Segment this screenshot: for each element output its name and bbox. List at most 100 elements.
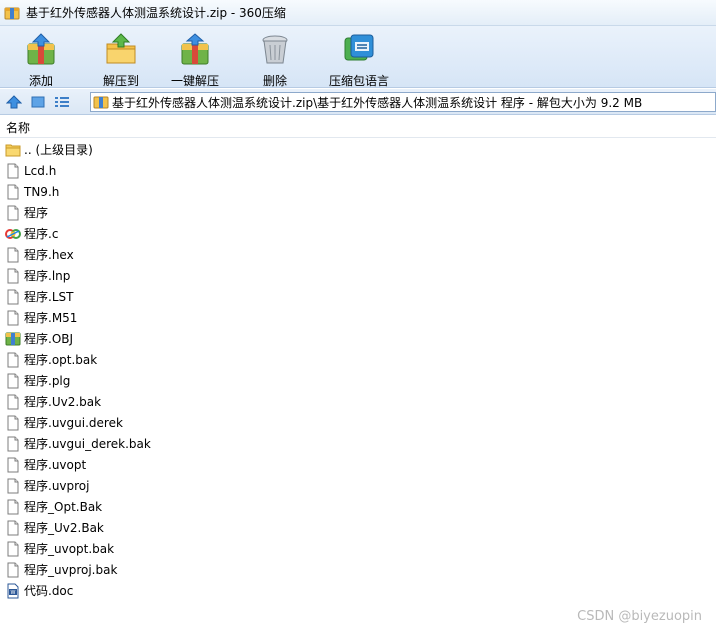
large-icon-view-button[interactable] xyxy=(28,92,48,112)
file-icon xyxy=(5,289,21,305)
file-name: 程序.uvproj xyxy=(24,479,90,493)
file-name: 程序_Uv2.Bak xyxy=(24,521,104,535)
file-name: 程序.opt.bak xyxy=(24,353,98,367)
add-archive-icon xyxy=(24,32,58,66)
c-source-icon xyxy=(5,226,21,242)
list-item[interactable]: 程序.uvgui.derek xyxy=(0,412,716,433)
file-icon xyxy=(5,205,21,221)
file-name: 程序 xyxy=(24,206,49,220)
list-item[interactable]: 程序.opt.bak xyxy=(0,349,716,370)
file-icon xyxy=(5,520,21,536)
file-icon xyxy=(5,373,21,389)
file-icon xyxy=(5,394,21,410)
list-item[interactable]: Lcd.h xyxy=(0,160,716,181)
file-name: 程序.LST xyxy=(24,290,74,304)
file-name: 程序.OBJ xyxy=(24,332,74,346)
file-name: 程序.M51 xyxy=(24,311,78,325)
file-icon xyxy=(5,184,21,200)
file-icon xyxy=(5,499,21,515)
file-name: 程序.uvgui.derek xyxy=(24,416,123,430)
archive-icon xyxy=(5,331,21,347)
list-view-button[interactable] xyxy=(52,92,72,112)
file-name: 程序.lnp xyxy=(24,269,71,283)
file-name: 程序.Uv2.bak xyxy=(24,395,102,409)
file-name: TN9.h xyxy=(24,184,60,199)
app-logo-icon xyxy=(4,5,20,21)
toolbar: 添加 解压到 一键解压 删除 压缩包语言 xyxy=(0,26,716,88)
file-icon xyxy=(5,457,21,473)
address-bar: 基于红外传感器人体测温系统设计.zip\基于红外传感器人体测温系统设计 程序 -… xyxy=(0,89,716,115)
file-icon xyxy=(5,247,21,263)
file-icon xyxy=(5,415,21,431)
address-path-text: 基于红外传感器人体测温系统设计.zip\基于红外传感器人体测温系统设计 程序 -… xyxy=(112,95,643,110)
list-item[interactable]: 程序_uvopt.bak xyxy=(0,538,716,559)
file-name: 程序.plg xyxy=(24,374,71,388)
add-button[interactable]: 添加 xyxy=(5,26,77,88)
archive-language-button[interactable]: 压缩包语言 xyxy=(319,26,399,88)
file-icon xyxy=(5,562,21,578)
file-name: 程序.uvopt xyxy=(24,458,87,472)
file-name: .. (上级目录) xyxy=(24,143,93,157)
one-key-extract-icon xyxy=(178,32,212,66)
file-icon xyxy=(5,541,21,557)
language-code-icon xyxy=(342,32,376,66)
list-item[interactable]: .. (上级目录) xyxy=(0,139,716,160)
one-key-extract-button[interactable]: 一键解压 xyxy=(159,26,231,88)
large-icon-view-icon xyxy=(31,96,45,107)
file-name: 程序.hex xyxy=(24,248,74,262)
file-icon xyxy=(5,268,21,284)
list-item[interactable]: 程序_uvproj.bak xyxy=(0,559,716,580)
extract-to-button[interactable]: 解压到 xyxy=(85,26,157,88)
list-item[interactable]: 程序.OBJ xyxy=(0,328,716,349)
list-item[interactable]: 程序_Opt.Bak xyxy=(0,496,716,517)
watermark: CSDN @biyezuopin xyxy=(577,609,702,624)
word-doc-icon: W xyxy=(5,583,21,599)
list-item[interactable]: 程序.c xyxy=(0,223,716,244)
list-item[interactable]: TN9.h xyxy=(0,181,716,202)
column-header-name[interactable]: 名称 xyxy=(0,118,716,138)
list-item[interactable]: 程序.hex xyxy=(0,244,716,265)
one-key-extract-button-label: 一键解压 xyxy=(170,74,219,88)
list-item[interactable]: 程序.M51 xyxy=(0,307,716,328)
folder-icon xyxy=(5,142,21,158)
file-icon xyxy=(5,352,21,368)
address-path-field[interactable]: 基于红外传感器人体测温系统设计.zip\基于红外传感器人体测温系统设计 程序 -… xyxy=(90,92,716,112)
file-icon xyxy=(5,163,21,179)
title-bar: 基于红外传感器人体测温系统设计.zip - 360压缩 xyxy=(0,0,716,26)
list-view-icon xyxy=(55,96,69,107)
file-name: 程序_uvopt.bak xyxy=(24,542,115,556)
archive-language-button-label: 压缩包语言 xyxy=(328,74,389,88)
file-icon xyxy=(5,478,21,494)
arrow-up-icon xyxy=(6,94,22,108)
file-name: Lcd.h xyxy=(24,163,57,178)
delete-button-label: 删除 xyxy=(262,74,287,88)
list-item[interactable]: 程序.lnp xyxy=(0,265,716,286)
list-item[interactable]: 程序.uvgui_derek.bak xyxy=(0,433,716,454)
list-item[interactable]: 程序.uvproj xyxy=(0,475,716,496)
list-item[interactable]: 程序_Uv2.Bak xyxy=(0,517,716,538)
file-icon xyxy=(5,436,21,452)
file-name: 代码.doc xyxy=(24,584,74,598)
file-icon xyxy=(5,310,21,326)
add-button-label: 添加 xyxy=(28,74,53,88)
file-name: 程序.c xyxy=(24,227,59,241)
archive-icon xyxy=(93,94,109,110)
delete-button[interactable]: 删除 xyxy=(239,26,311,88)
svg-text:W: W xyxy=(11,590,16,596)
list-item[interactable]: 程序.plg xyxy=(0,370,716,391)
up-level-button[interactable] xyxy=(4,92,24,112)
list-item[interactable]: 程序 xyxy=(0,202,716,223)
list-item[interactable]: 程序.LST xyxy=(0,286,716,307)
file-name: 程序.uvgui_derek.bak xyxy=(24,437,151,451)
file-list: .. (上级目录) Lcd.h TN9.h 程序程序.c 程序.hex 程序.lnp 程序.… xyxy=(0,139,716,601)
list-item[interactable]: 程序.Uv2.bak xyxy=(0,391,716,412)
extract-folder-icon xyxy=(104,32,138,66)
window-title: 基于红外传感器人体测温系统设计.zip - 360压缩 xyxy=(26,6,286,20)
list-item[interactable]: W 代码.doc xyxy=(0,580,716,601)
extract-to-button-label: 解压到 xyxy=(102,74,139,88)
list-item[interactable]: 程序.uvopt xyxy=(0,454,716,475)
file-name: 程序_uvproj.bak xyxy=(24,563,118,577)
file-name: 程序_Opt.Bak xyxy=(24,500,103,514)
column-header-name-label: 名称 xyxy=(6,121,31,135)
trash-icon xyxy=(258,32,292,66)
